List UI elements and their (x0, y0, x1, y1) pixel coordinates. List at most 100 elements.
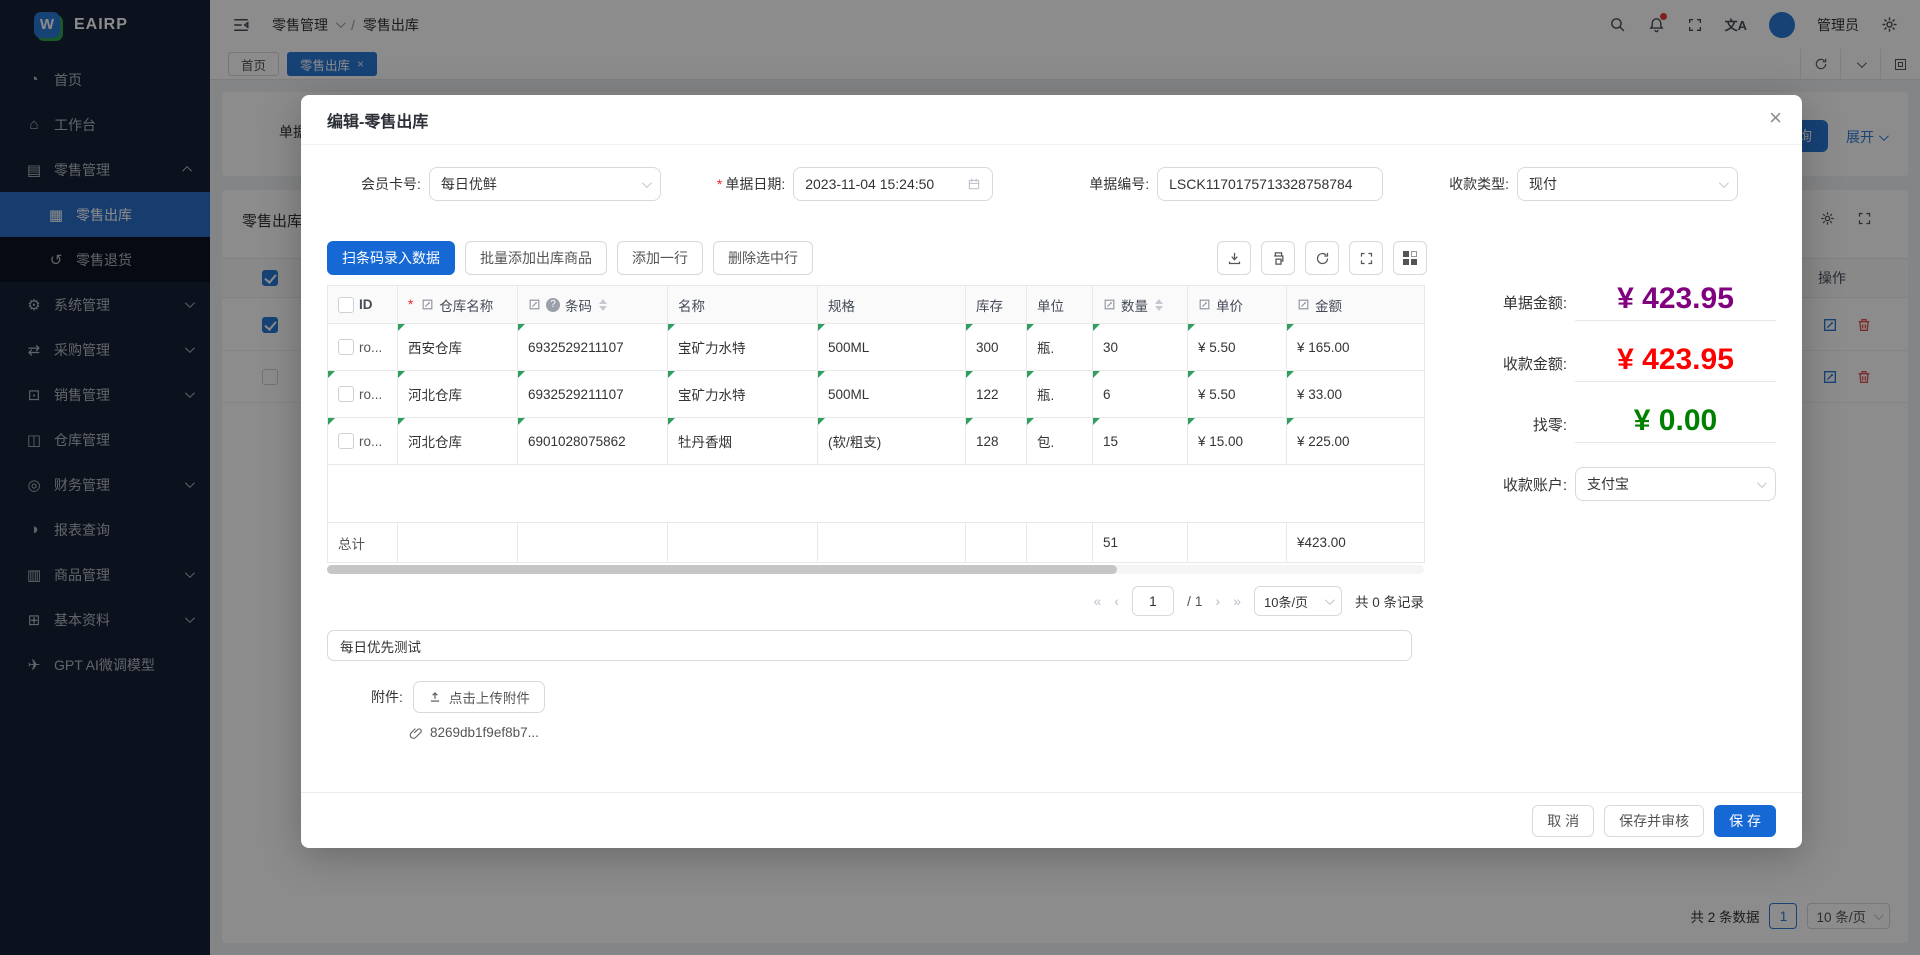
pay-type-select[interactable]: 现付 (1517, 167, 1738, 201)
save-button[interactable]: 保 存 (1714, 805, 1776, 837)
chevron-down-icon (1719, 178, 1729, 188)
select-all-checkbox[interactable] (338, 297, 354, 313)
col-barcode: 条码 (565, 295, 592, 315)
first-page-icon[interactable]: « (1093, 593, 1101, 609)
col-price: 单价 (1216, 295, 1243, 315)
upload-attachment-button[interactable]: 点击上传附件 (413, 681, 545, 713)
total-qty: 51 (1093, 523, 1188, 563)
scan-barcode-button[interactable]: 扫条码录入数据 (327, 241, 455, 275)
edit-cell-icon (421, 298, 434, 311)
received-amount-row: 收款金额: ¥ 423.95 (1467, 338, 1776, 382)
table-row: ro... 河北仓库 6901028075862 牡丹香烟 (软/粗支) 128… (328, 418, 1425, 465)
download-icon[interactable] (1217, 241, 1251, 275)
cancel-button[interactable]: 取 消 (1532, 805, 1594, 837)
add-row-button[interactable]: 添加一行 (617, 241, 703, 275)
remark-input[interactable]: 每日优先测试 (327, 630, 1412, 661)
bill-amount-value: ¥ 423.95 (1575, 277, 1776, 321)
account-row: 收款账户: 支付宝 (1467, 467, 1776, 501)
column-config-icon[interactable] (1393, 241, 1427, 275)
empty-row (328, 465, 1425, 523)
page-size-select[interactable]: 10条/页 (1254, 586, 1342, 616)
table-header-row: ID * 仓库名称 ? 条码 名称 规格 库存 单位 数量 单价 金额 (328, 286, 1425, 324)
table-row: ro... 河北仓库 6932529211107 宝矿力水特 500ML 122… (328, 371, 1425, 418)
edit-cell-icon (1198, 298, 1211, 311)
batch-add-button[interactable]: 批量添加出库商品 (465, 241, 607, 275)
required-asterisk: * (408, 297, 413, 312)
bill-number-field: 单据编号: LSCK1170175713328758784 (1089, 167, 1383, 201)
received-amount-label: 收款金额: (1467, 353, 1567, 382)
required-asterisk: * (717, 176, 722, 192)
paperclip-icon (409, 726, 423, 740)
chevron-down-icon (1757, 478, 1767, 488)
member-card-field: 会员卡号: 每日优鲜 (361, 167, 661, 201)
attachment-file-link[interactable]: 8269db1f9ef8b7... (430, 725, 539, 740)
modal-header: 编辑-零售出库 × (301, 95, 1802, 145)
modal-pagination: « ‹ 1 / 1 › » 10条/页 共 0 条记录 (327, 586, 1424, 616)
col-warehouse: 仓库名称 (439, 295, 493, 315)
modal-title: 编辑-零售出库 (327, 108, 428, 132)
summary-panel: 单据金额: ¥ 423.95 收款金额: ¥ 423.95 找零: ¥ 0.00… (1427, 241, 1776, 740)
prev-page-icon[interactable]: ‹ (1114, 593, 1119, 609)
last-page-icon[interactable]: » (1233, 593, 1241, 609)
change-amount-label: 找零: (1467, 414, 1567, 443)
page-input[interactable]: 1 (1132, 586, 1174, 616)
attachment-row: 附件: 点击上传附件 (327, 681, 1427, 713)
refresh-icon[interactable] (1305, 241, 1339, 275)
help-icon[interactable]: ? (546, 298, 560, 312)
table-row: ro... 西安仓库 6932529211107 宝矿力水特 500ML 300… (328, 324, 1425, 371)
chevron-down-icon (642, 178, 652, 188)
table-toolbar: 扫条码录入数据 批量添加出库商品 添加一行 删除选中行 (327, 241, 1427, 275)
calendar-icon (967, 177, 981, 191)
edit-cell-icon (528, 298, 541, 311)
print-icon[interactable] (1261, 241, 1295, 275)
edit-cell-icon (1103, 298, 1116, 311)
modal-footer: 取 消 保存并审核 保 存 (301, 792, 1802, 848)
record-count-label: 共 0 条记录 (1355, 591, 1424, 611)
member-card-label: 会员卡号: (361, 174, 421, 194)
close-icon[interactable]: × (1769, 107, 1782, 129)
bill-number-input[interactable]: LSCK1170175713328758784 (1157, 167, 1383, 201)
change-amount-row: 找零: ¥ 0.00 (1467, 399, 1776, 443)
save-and-audit-button[interactable]: 保存并审核 (1604, 805, 1704, 837)
account-select[interactable]: 支付宝 (1575, 467, 1776, 501)
bill-date-input[interactable]: 2023-11-04 15:24:50 (793, 167, 993, 201)
change-amount-value: ¥ 0.00 (1575, 399, 1776, 443)
total-row: 总计 51 ¥423.00 (328, 523, 1425, 563)
sort-icon[interactable] (599, 299, 607, 311)
delete-selected-button[interactable]: 删除选中行 (713, 241, 813, 275)
col-unit: 单位 (1037, 299, 1064, 314)
edit-cell-icon (1297, 298, 1310, 311)
page-of-label: / 1 (1187, 593, 1203, 609)
expand-table-icon[interactable] (1349, 241, 1383, 275)
received-amount-value: ¥ 423.95 (1575, 338, 1776, 382)
row-checkbox[interactable] (338, 386, 354, 402)
bill-form: 会员卡号: 每日优鲜 * 单据日期: 2023-11-04 15:24:50 单… (327, 167, 1776, 201)
pay-type-label: 收款类型: (1449, 174, 1509, 194)
col-id: ID (359, 297, 373, 312)
bill-number-label: 单据编号: (1089, 174, 1149, 194)
attachment-file: 8269db1f9ef8b7... (327, 725, 1427, 740)
col-qty: 数量 (1121, 295, 1148, 315)
attachment-label: 附件: (371, 687, 403, 707)
account-label: 收款账户: (1467, 474, 1567, 495)
sort-icon[interactable] (1155, 299, 1163, 311)
total-label: 总计 (328, 523, 398, 563)
total-amount: ¥423.00 (1287, 523, 1425, 563)
horizontal-scrollbar (327, 565, 1424, 574)
member-card-select[interactable]: 每日优鲜 (429, 167, 661, 201)
col-stock: 库存 (976, 299, 1003, 314)
col-amount: 金额 (1315, 295, 1342, 315)
col-name: 名称 (678, 299, 705, 314)
bill-date-field: * 单据日期: 2023-11-04 15:24:50 (717, 167, 993, 201)
edit-retail-outbound-modal: 编辑-零售出库 × 会员卡号: 每日优鲜 * 单据日期: 2023-11-04 … (301, 95, 1802, 848)
bill-date-label: 单据日期: (725, 174, 785, 194)
bill-amount-label: 单据金额: (1467, 292, 1567, 321)
items-table: ID * 仓库名称 ? 条码 名称 规格 库存 单位 数量 单价 金额 ro... … (327, 285, 1425, 563)
scrollbar-thumb[interactable] (327, 565, 1117, 574)
row-checkbox[interactable] (338, 339, 354, 355)
col-spec: 规格 (828, 299, 855, 314)
pay-type-field: 收款类型: 现付 (1449, 167, 1738, 201)
row-checkbox[interactable] (338, 433, 354, 449)
next-page-icon[interactable]: › (1216, 593, 1221, 609)
bill-amount-row: 单据金额: ¥ 423.95 (1467, 277, 1776, 321)
